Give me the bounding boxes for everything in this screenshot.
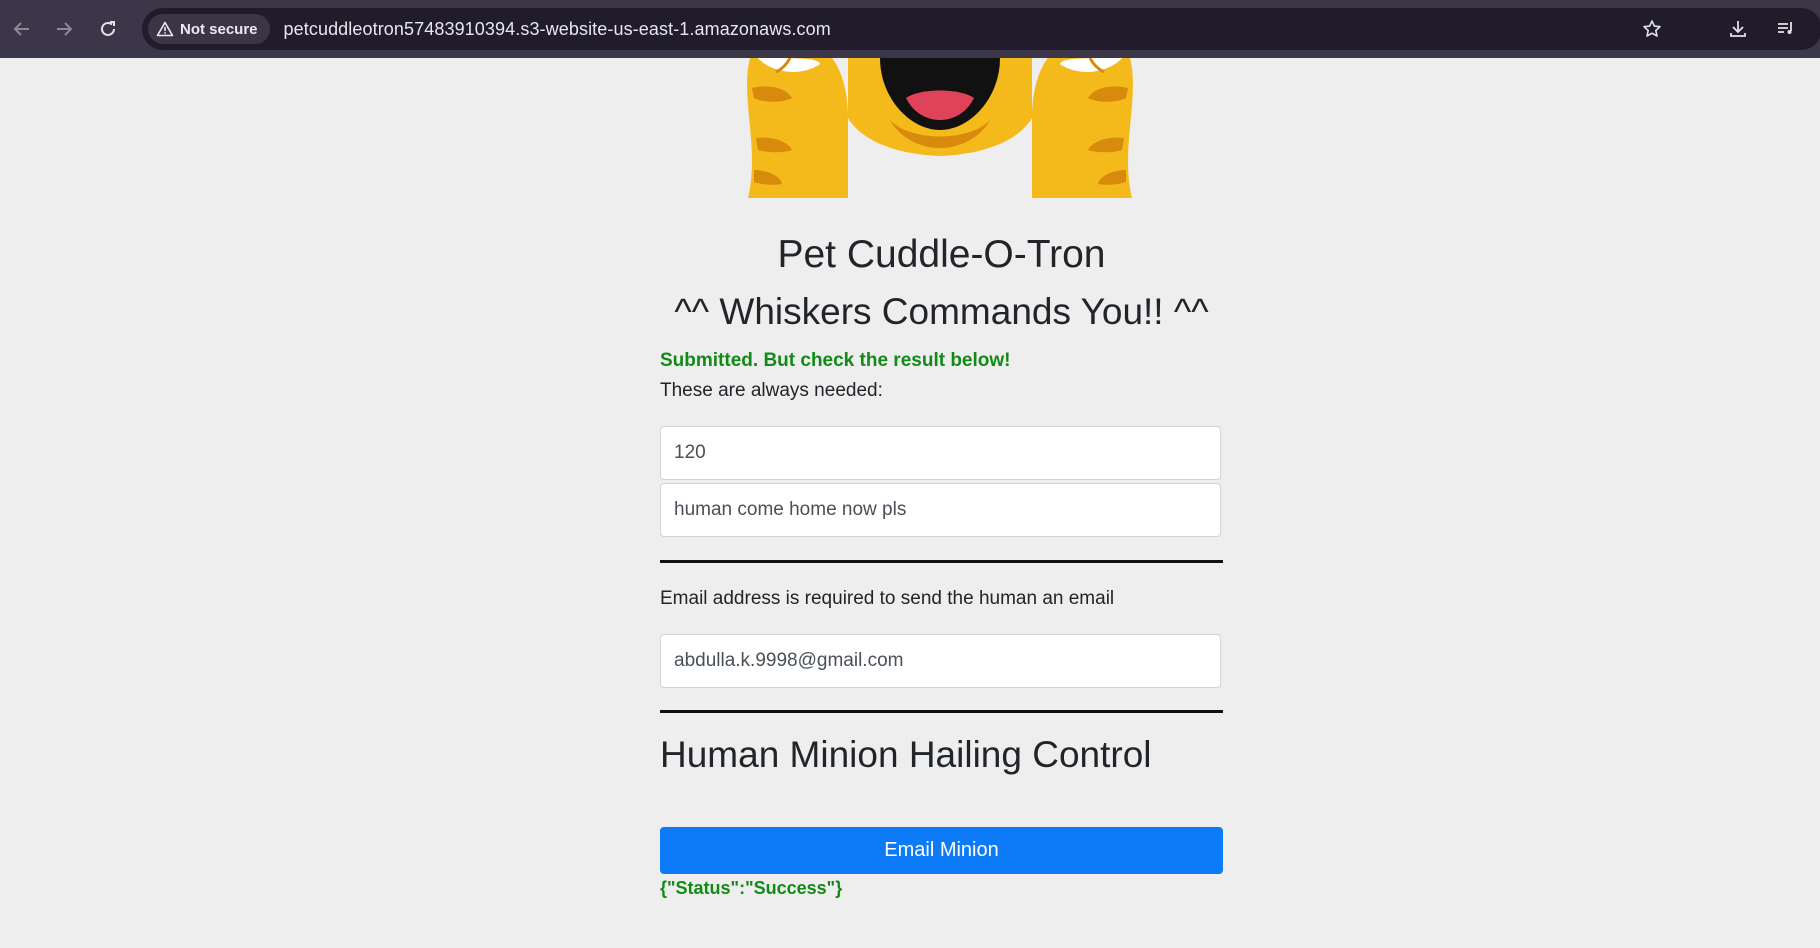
toolbar-actions [1632,0,1820,58]
always-needed-label: These are always needed: [660,380,883,401]
forward-button[interactable] [42,7,86,51]
reload-icon [101,21,115,36]
arrow-right-icon [57,22,73,36]
media-control-button[interactable] [1766,9,1806,49]
browser-toolbar: Not secure petcuddleotron57483910394.s3-… [0,0,1820,58]
divider [660,710,1223,713]
email-minion-button[interactable]: Email Minion [660,827,1223,874]
arrow-left-icon [13,22,29,36]
bookmark-star-button[interactable] [1632,9,1672,49]
cat-hero-image [740,58,1140,198]
status-result: {"Status":"Success"} [660,878,843,898]
warning-triangle-icon [156,21,174,37]
star-icon [1643,20,1661,37]
message-input[interactable] [660,483,1221,537]
security-indicator[interactable]: Not secure [148,14,270,44]
playlist-icon [1778,22,1792,34]
email-label: Email address is required to send the hu… [660,588,1115,609]
reload-button[interactable] [86,7,130,51]
cat-emoji-icon [747,58,1133,198]
url-text[interactable]: petcuddleotron57483910394.s3-website-us-… [284,19,831,40]
section-heading: Human Minion Hailing Control [660,734,1152,775]
submitted-message: Submitted. But check the result below! [660,350,1011,371]
security-label: Not secure [180,20,258,38]
address-bar[interactable]: Not secure petcuddleotron57483910394.s3-… [142,8,1820,50]
downloads-button[interactable] [1718,9,1758,49]
download-icon [1730,21,1746,37]
page-title: Pet Cuddle-O-Tron [777,233,1106,276]
divider [660,560,1223,563]
email-input[interactable] [660,634,1221,688]
delay-input[interactable] [660,426,1221,480]
page-subtitle: ^^ Whiskers Commands You!! ^^ [674,291,1209,332]
back-button[interactable] [0,7,44,51]
